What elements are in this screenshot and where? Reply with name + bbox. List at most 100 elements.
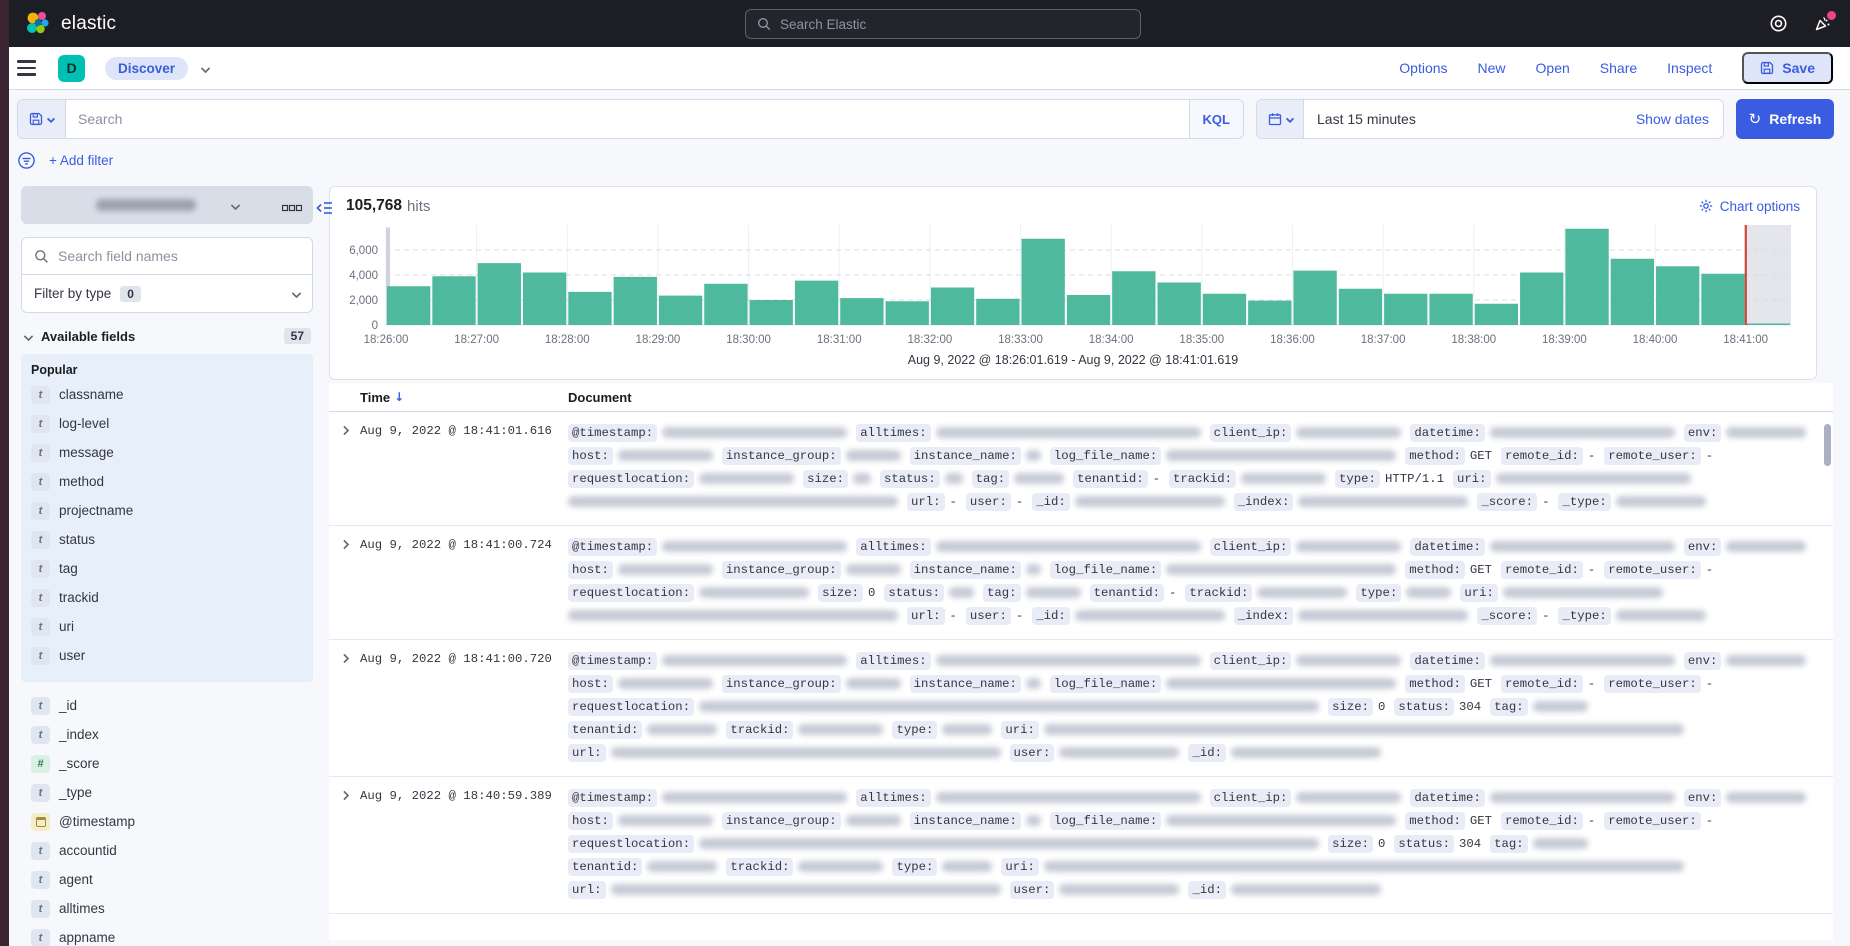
time-range-value[interactable]: Last 15 minutes (1304, 100, 1636, 138)
field-item-log-level[interactable]: tlog-level (31, 409, 303, 438)
histogram-bar[interactable] (1611, 259, 1654, 325)
refresh-button[interactable]: ↻ Refresh (1736, 99, 1834, 139)
field-item-_index[interactable]: t_index (31, 720, 303, 749)
filter-by-type-dropdown[interactable]: Filter by type 0 (21, 275, 313, 313)
show-dates-link[interactable]: Show dates (1636, 100, 1723, 138)
field-item-agent[interactable]: tagent (31, 865, 303, 894)
add-filter-link[interactable]: + Add filter (49, 153, 113, 168)
nav-link-share[interactable]: Share (1600, 60, 1637, 76)
histogram-bar[interactable] (704, 284, 747, 325)
field-item-projectname[interactable]: tprojectname (31, 496, 303, 525)
field-item-appname[interactable]: tappname (31, 923, 303, 946)
histogram-bar[interactable] (1203, 294, 1246, 325)
available-fields-toggle[interactable]: Available fields 57 (25, 328, 311, 344)
histogram-bar[interactable] (750, 300, 793, 325)
field-stats-dots-icon[interactable] (282, 204, 302, 212)
field-name: _index (59, 727, 99, 742)
field-item-alltimes[interactable]: talltimes (31, 894, 303, 923)
histogram-bar[interactable] (568, 292, 611, 325)
notification-dot (1827, 11, 1836, 20)
histogram-bar[interactable] (1475, 304, 1518, 325)
news-party-popper-icon[interactable] (1812, 14, 1832, 34)
global-search-placeholder: Search Elastic (780, 17, 866, 32)
histogram-bar[interactable] (1067, 295, 1110, 325)
doc-field-pill: method: (1405, 561, 1465, 579)
redacted-value (611, 884, 1001, 895)
field-item-method[interactable]: tmethod (31, 467, 303, 496)
histogram-bar[interactable] (523, 273, 566, 326)
histogram-bar[interactable] (1656, 266, 1699, 325)
nav-link-new[interactable]: New (1478, 60, 1506, 76)
histogram-bar[interactable] (1339, 289, 1382, 325)
kql-search-input[interactable]: Search (66, 100, 1189, 138)
histogram-bar[interactable] (840, 298, 883, 325)
expand-row-button[interactable] (329, 649, 360, 764)
field-item-@timestamp[interactable]: @timestamp (31, 807, 303, 836)
nav-link-inspect[interactable]: Inspect (1667, 60, 1712, 76)
breadcrumb-chevron-down-icon[interactable] (201, 63, 211, 73)
histogram-bar[interactable] (478, 263, 521, 325)
redacted-value (1496, 473, 1691, 484)
collapse-sidebar-icon[interactable] (315, 200, 333, 216)
field-item-accountid[interactable]: taccountid (31, 836, 303, 865)
histogram-bar[interactable] (1248, 301, 1291, 325)
saved-query-menu-button[interactable] (18, 100, 66, 138)
save-button[interactable]: Save (1742, 52, 1833, 84)
histogram-bar[interactable] (614, 277, 657, 325)
histogram-bar[interactable] (1157, 283, 1200, 326)
histogram-bar[interactable] (1747, 324, 1790, 326)
field-item-_id[interactable]: t_id (31, 691, 303, 720)
doc-field-pill: uri: (1460, 584, 1498, 602)
expand-row-button[interactable] (329, 535, 360, 627)
nav-link-open[interactable]: Open (1536, 60, 1570, 76)
histogram-bar[interactable] (432, 276, 475, 325)
chart-options-button[interactable]: Chart options (1699, 199, 1800, 214)
doc-field-pill: _id: (1188, 744, 1226, 762)
kql-language-button[interactable]: KQL (1189, 100, 1243, 138)
nav-link-options[interactable]: Options (1399, 60, 1447, 76)
histogram-bar[interactable] (931, 288, 974, 326)
redacted-value (1616, 496, 1706, 507)
field-item-_score[interactable]: #_score (31, 749, 303, 778)
field-item-uri[interactable]: turi (31, 612, 303, 641)
histogram-bar[interactable] (387, 286, 430, 325)
histogram-bar[interactable] (976, 299, 1019, 325)
field-item-classname[interactable]: tclassname (31, 380, 303, 409)
histogram-bar[interactable] (1429, 294, 1472, 325)
expand-row-button[interactable] (329, 421, 360, 513)
field-item-tag[interactable]: ttag (31, 554, 303, 583)
global-search-input[interactable]: Search Elastic (745, 9, 1141, 39)
breadcrumb-discover[interactable]: Discover (105, 57, 188, 80)
index-pattern-selector[interactable] (21, 186, 313, 224)
filter-menu-icon[interactable] (17, 151, 36, 170)
histogram-bar[interactable] (1112, 271, 1155, 325)
histogram-bar[interactable] (659, 296, 702, 325)
help-icon[interactable] (1768, 14, 1788, 34)
field-search-input[interactable]: Search field names (21, 237, 313, 275)
field-item-message[interactable]: tmessage (31, 438, 303, 467)
field-item-trackid[interactable]: ttrackid (31, 583, 303, 612)
time-column-header[interactable]: Time ↓ (360, 390, 568, 405)
doc-field-segment: instance_name: (910, 561, 1041, 579)
space-switcher-badge[interactable]: D (58, 55, 85, 82)
table-scrollbar-thumb[interactable] (1824, 424, 1831, 466)
histogram-bar[interactable] (1520, 273, 1563, 326)
histogram-bar[interactable] (1565, 229, 1608, 325)
field-item-user[interactable]: tuser (31, 641, 303, 670)
calendar-field-icon (31, 813, 50, 831)
redacted-value (699, 701, 1319, 712)
field-item-_type[interactable]: t_type (31, 778, 303, 807)
histogram-bar[interactable] (1384, 294, 1427, 325)
doc-field-value: - (950, 495, 957, 509)
doc-field-segment: method:GET (1405, 675, 1492, 693)
date-picker-calendar-button[interactable] (1257, 100, 1304, 138)
expand-row-button[interactable] (329, 786, 360, 901)
hits-histogram-chart[interactable]: 02,0004,0006,00018:26:0018:27:0018:28:00… (346, 219, 1795, 351)
menu-hamburger-icon[interactable] (17, 60, 36, 76)
histogram-bar[interactable] (1293, 271, 1336, 325)
histogram-bar[interactable] (1701, 274, 1744, 325)
histogram-bar[interactable] (795, 281, 838, 325)
histogram-bar[interactable] (886, 301, 929, 325)
histogram-bar[interactable] (1022, 239, 1065, 325)
field-item-status[interactable]: tstatus (31, 525, 303, 554)
